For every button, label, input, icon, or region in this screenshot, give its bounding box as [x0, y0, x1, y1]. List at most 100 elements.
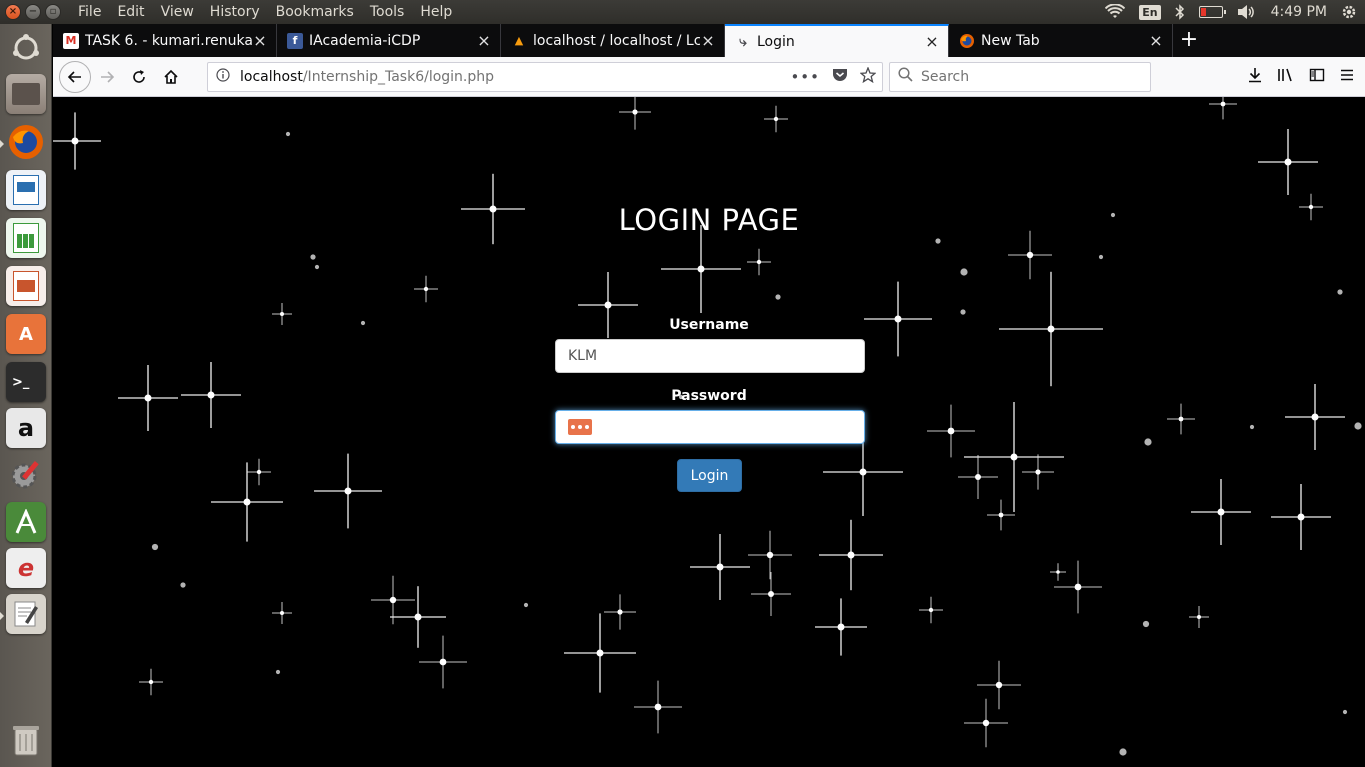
ubuntu-dash-icon[interactable] — [6, 28, 46, 68]
firefox-icon[interactable] — [6, 122, 46, 162]
username-input[interactable]: KLM — [555, 339, 865, 373]
star — [247, 458, 271, 486]
menu-file[interactable]: File — [70, 0, 109, 24]
files-icon[interactable] — [6, 74, 46, 114]
close-icon[interactable]: × — [1148, 31, 1164, 50]
menu-view[interactable]: View — [153, 0, 202, 24]
tab-gmail[interactable]: M TASK 6. - kumari.renuka × — [53, 24, 277, 57]
password-label: Password — [671, 388, 747, 404]
tab-new-tab[interactable]: New Tab × — [949, 24, 1173, 57]
active-app-indicator — [0, 140, 4, 148]
menu-edit[interactable]: Edit — [109, 0, 152, 24]
window-maximize-button[interactable]: ▫ — [45, 4, 61, 20]
star — [564, 613, 636, 693]
star — [927, 404, 975, 458]
firefox-window: M TASK 6. - kumari.renuka × f IAcademia-… — [53, 24, 1365, 767]
keyboard-layout-indicator[interactable]: En — [1139, 4, 1161, 20]
back-button[interactable] — [59, 60, 91, 93]
star — [211, 462, 283, 542]
close-icon[interactable]: × — [924, 32, 940, 51]
page-title: LOGIN PAGE — [618, 203, 800, 237]
menu-help[interactable]: Help — [412, 0, 460, 24]
password-input[interactable] — [555, 410, 865, 444]
text-editor-icon[interactable] — [6, 594, 46, 634]
software-center-icon[interactable]: A — [6, 314, 46, 354]
star — [977, 660, 1021, 710]
android-studio-icon[interactable] — [6, 502, 46, 542]
star — [1054, 560, 1102, 614]
close-icon[interactable]: × — [700, 31, 716, 50]
url-host: localhost — [240, 68, 303, 85]
star — [1191, 479, 1251, 545]
sidebar-icon[interactable] — [1309, 67, 1325, 87]
reload-button[interactable] — [123, 61, 155, 93]
star — [987, 499, 1015, 531]
tab-title: IAcademia-iCDP — [309, 32, 421, 49]
facebook-icon: f — [287, 32, 303, 49]
wifi-icon[interactable] — [1105, 4, 1126, 20]
star — [53, 112, 101, 170]
eclipse-icon[interactable]: e — [6, 548, 46, 588]
star — [1022, 454, 1054, 490]
gear-icon[interactable] — [1341, 4, 1357, 20]
star — [747, 248, 771, 276]
amazon-icon[interactable]: a — [6, 408, 46, 448]
star — [314, 264, 320, 270]
url-text[interactable]: localhost/Internship_Task6/login.php — [240, 69, 494, 85]
home-button[interactable] — [155, 61, 187, 93]
star — [285, 131, 291, 137]
star — [764, 105, 788, 133]
library-icon[interactable] — [1277, 67, 1295, 87]
bookmark-star-icon[interactable] — [859, 65, 877, 87]
bluetooth-icon[interactable] — [1175, 4, 1185, 20]
page-actions-icon[interactable]: ••• — [790, 68, 820, 86]
menu-bookmarks[interactable]: Bookmarks — [268, 0, 362, 24]
star — [272, 602, 292, 624]
url-bar[interactable]: localhost/Internship_Task6/login.php ••• — [207, 61, 883, 92]
battery-icon[interactable] — [1198, 6, 1226, 18]
search-bar[interactable]: Search — [889, 61, 1151, 92]
star — [414, 275, 438, 303]
login-button[interactable]: Login — [677, 459, 742, 492]
window-minimize-button[interactable]: − — [25, 4, 41, 20]
star — [619, 97, 651, 130]
search-input[interactable]: Search — [921, 69, 969, 85]
clock[interactable]: 4:49 PM — [1271, 4, 1327, 20]
password-manager-key-icon[interactable] — [568, 419, 592, 435]
calc-icon[interactable] — [6, 218, 46, 258]
window-close-button[interactable]: × — [5, 4, 21, 20]
forward-button[interactable] — [91, 61, 123, 93]
writer-icon[interactable] — [6, 170, 46, 210]
toolbar-right — [1247, 67, 1361, 87]
star — [1050, 563, 1066, 581]
system-settings-icon[interactable] — [6, 454, 46, 494]
star — [390, 586, 446, 648]
star — [1271, 484, 1331, 550]
volume-icon[interactable] — [1237, 4, 1257, 20]
menubar: File Edit View History Bookmarks Tools H… — [70, 0, 460, 24]
star — [275, 669, 281, 675]
pocket-icon[interactable] — [832, 67, 848, 86]
tab-iacademia[interactable]: f IAcademia-iCDP × — [277, 24, 501, 57]
downloads-icon[interactable] — [1247, 67, 1263, 87]
star — [314, 453, 382, 529]
launcher: A >_ a e — [0, 24, 52, 767]
hamburger-menu-icon[interactable] — [1339, 67, 1355, 87]
menu-history[interactable]: History — [202, 0, 268, 24]
terminal-icon[interactable]: >_ — [6, 362, 46, 402]
star — [1337, 289, 1343, 295]
tab-phpmyadmin[interactable]: ▲ localhost / localhost / Lc × — [501, 24, 725, 57]
page-content: LOGIN PAGE Username KLM Password Login — [53, 97, 1365, 767]
gmail-icon: M — [63, 32, 79, 49]
star — [139, 668, 163, 696]
star — [310, 254, 316, 260]
impress-icon[interactable] — [6, 266, 46, 306]
tab-login[interactable]: ⤷ Login × — [725, 24, 949, 57]
info-icon[interactable] — [216, 67, 230, 86]
new-tab-button[interactable]: + — [1173, 24, 1205, 57]
trash-icon[interactable] — [6, 720, 46, 760]
menu-tools[interactable]: Tools — [362, 0, 413, 24]
close-icon[interactable]: × — [252, 31, 268, 50]
running-app-indicator — [0, 612, 4, 620]
close-icon[interactable]: × — [476, 31, 492, 50]
